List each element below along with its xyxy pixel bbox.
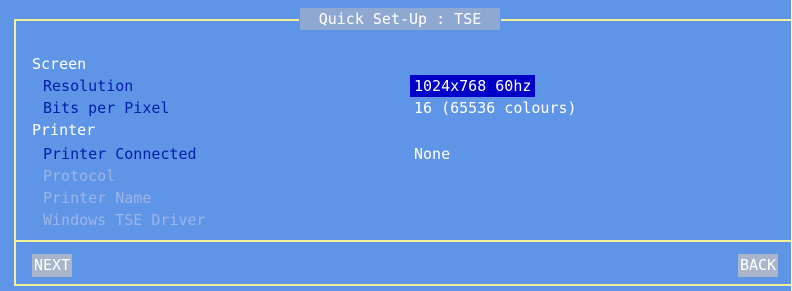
frame-bottom-border [14, 284, 791, 286]
dialog-title: Quick Set-Up : TSE [300, 8, 500, 30]
resolution-label[interactable]: Resolution [43, 75, 133, 97]
bits-per-pixel-value[interactable]: 16 (65536 colours) [414, 97, 577, 119]
footer-left-border [14, 240, 16, 286]
screen-section-heading: Screen [32, 55, 87, 73]
protocol-label: Protocol [43, 167, 116, 185]
bits-per-pixel-label[interactable]: Bits per Pixel [43, 97, 169, 119]
frame-top-left-border [14, 19, 299, 21]
frame-left-border [14, 19, 16, 241]
setup-screen: Quick Set-Up : TSE Screen Resolution 102… [0, 0, 791, 291]
printer-name-label: Printer Name [43, 189, 152, 207]
printer-section-heading: Printer [32, 121, 96, 139]
windows-tse-driver-label: Windows TSE Driver [43, 211, 206, 229]
frame-top-right-border [501, 19, 791, 21]
printer-connected-value[interactable]: None [414, 143, 450, 165]
next-button[interactable]: NEXT [32, 254, 73, 277]
footer-divider [14, 240, 791, 242]
back-button[interactable]: BACK [738, 254, 779, 277]
resolution-value[interactable]: 1024x768 60hz [410, 75, 536, 97]
printer-connected-label[interactable]: Printer Connected [43, 143, 197, 165]
